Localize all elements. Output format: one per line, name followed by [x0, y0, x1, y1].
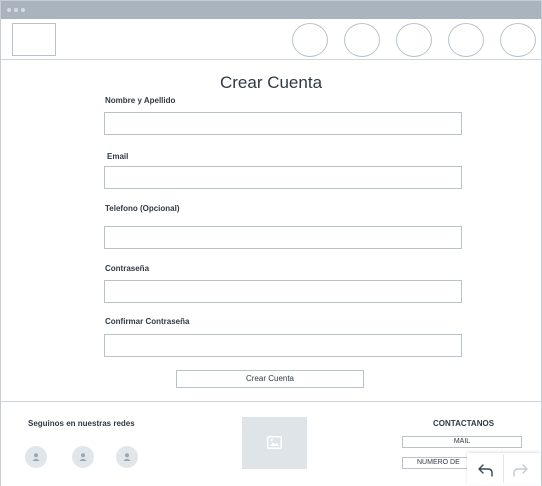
social-link-3[interactable]: [116, 446, 138, 468]
nav-item-1[interactable]: [292, 23, 328, 57]
image-placeholder: [242, 417, 307, 469]
top-navigation: [1, 19, 541, 60]
logo-placeholder[interactable]: [12, 23, 56, 56]
user-icon: [79, 453, 87, 461]
undo-icon: [478, 464, 493, 477]
email-label: Email: [107, 152, 129, 161]
window-minimize-dot[interactable]: [14, 8, 18, 12]
window-titlebar: [1, 1, 541, 19]
nav-item-2[interactable]: [344, 23, 380, 57]
social-link-2[interactable]: [72, 446, 94, 468]
contact-title: CONTACTANOS: [433, 419, 495, 428]
redo-icon: [513, 464, 528, 477]
browser-window: Crear Cuenta Nombre y Apellido Email Tel…: [0, 0, 542, 486]
footer: Seguinos en nuestras redes CONTACTANOS M…: [1, 401, 541, 486]
create-account-button[interactable]: Crear Cuenta: [176, 370, 364, 388]
social-link-1[interactable]: [25, 446, 47, 468]
window-close-dot[interactable]: [7, 8, 11, 12]
nav-item-3[interactable]: [396, 23, 432, 57]
nav-item-5[interactable]: [500, 23, 536, 57]
nav-item-4[interactable]: [448, 23, 484, 57]
confirm-password-label: Confirmar Contraseña: [105, 317, 190, 326]
page-title: Crear Cuenta: [219, 73, 323, 92]
undo-redo-toolbar: [467, 453, 541, 485]
user-icon: [123, 453, 131, 461]
confirm-password-field[interactable]: [104, 334, 462, 357]
phone-field[interactable]: [104, 226, 462, 249]
undo-button[interactable]: [475, 461, 495, 479]
user-icon: [32, 453, 40, 461]
name-field[interactable]: [104, 112, 462, 135]
social-title: Seguinos en nuestras redes: [28, 419, 135, 428]
email-field[interactable]: [104, 166, 462, 189]
password-label: Contraseña: [105, 264, 150, 273]
mail-button[interactable]: MAIL: [402, 436, 522, 448]
redo-button[interactable]: [511, 461, 531, 479]
toolbar-divider: [503, 455, 504, 483]
password-field[interactable]: [104, 280, 462, 303]
image-icon: [267, 436, 282, 449]
name-label: Nombre y Apellido: [105, 96, 176, 105]
phone-label: Telefono (Opcional): [105, 204, 180, 213]
window-maximize-dot[interactable]: [21, 8, 25, 12]
